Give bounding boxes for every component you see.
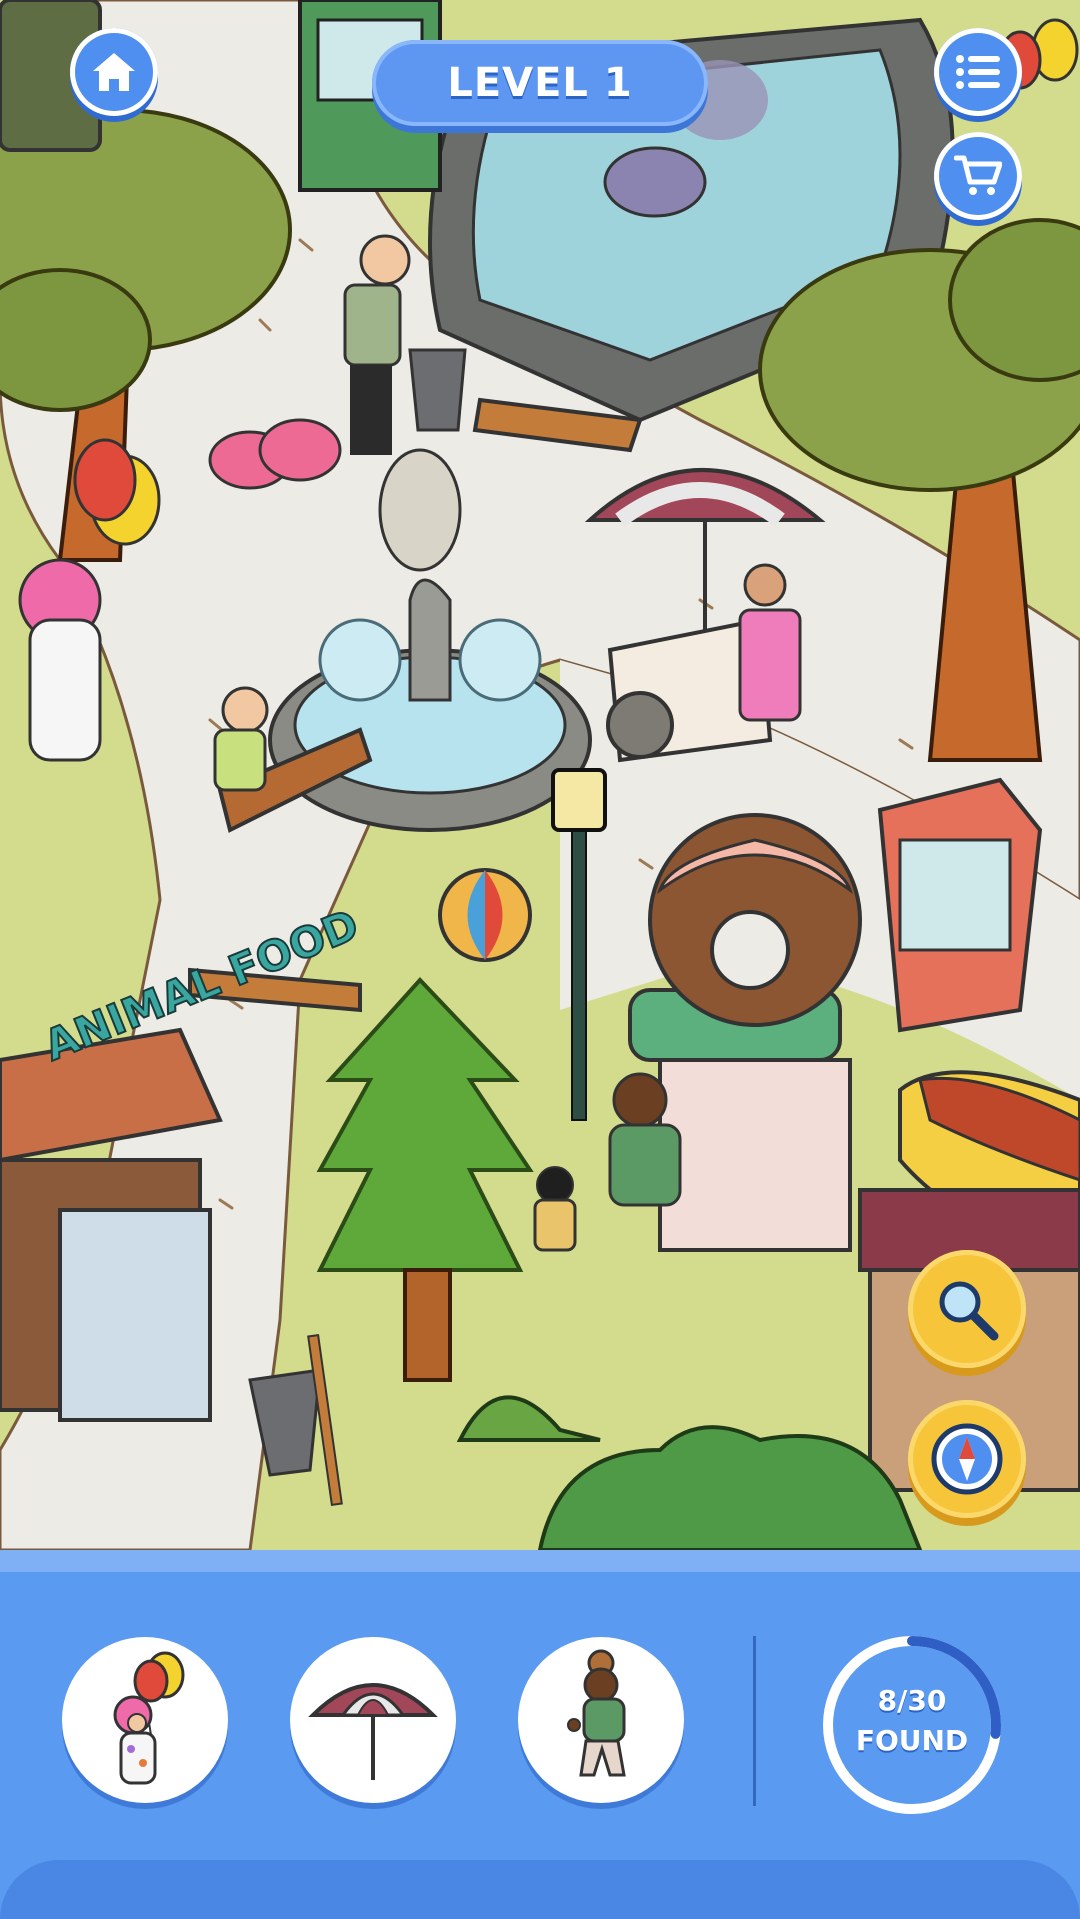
- shopping-cart-icon: [954, 155, 1002, 195]
- found-counter-text: 8/30 FOUND: [820, 1681, 1004, 1761]
- compass-button[interactable]: [908, 1400, 1026, 1518]
- man-icon: [567, 1649, 626, 1777]
- menu-button[interactable]: [934, 28, 1022, 116]
- clown-icon: [113, 1651, 185, 1785]
- found-label: FOUND: [855, 1724, 969, 1757]
- list-menu-icon: [956, 55, 1000, 89]
- bar-divider: [753, 1636, 756, 1806]
- found-count: 8/30: [877, 1684, 947, 1717]
- hint-magnifier-button[interactable]: [908, 1250, 1026, 1368]
- umbrella-icon: [308, 1683, 438, 1780]
- found-progress: 8/30 FOUND: [820, 1633, 1004, 1817]
- target-slot-man[interactable]: [518, 1637, 684, 1803]
- home-button[interactable]: [70, 28, 158, 116]
- level-indicator: LEVEL 1: [372, 40, 708, 126]
- bar-top-edge: [0, 1550, 1080, 1572]
- shop-button[interactable]: [934, 132, 1022, 220]
- home-icon: [93, 53, 135, 91]
- target-slot-clown[interactable]: [62, 1637, 228, 1803]
- compass-icon: [931, 1423, 1003, 1495]
- level-label: LEVEL 1: [447, 60, 633, 106]
- magnifier-icon: [939, 1281, 999, 1341]
- target-slot-umbrella[interactable]: [290, 1637, 456, 1803]
- bar-bottom-shade: [0, 1860, 1080, 1919]
